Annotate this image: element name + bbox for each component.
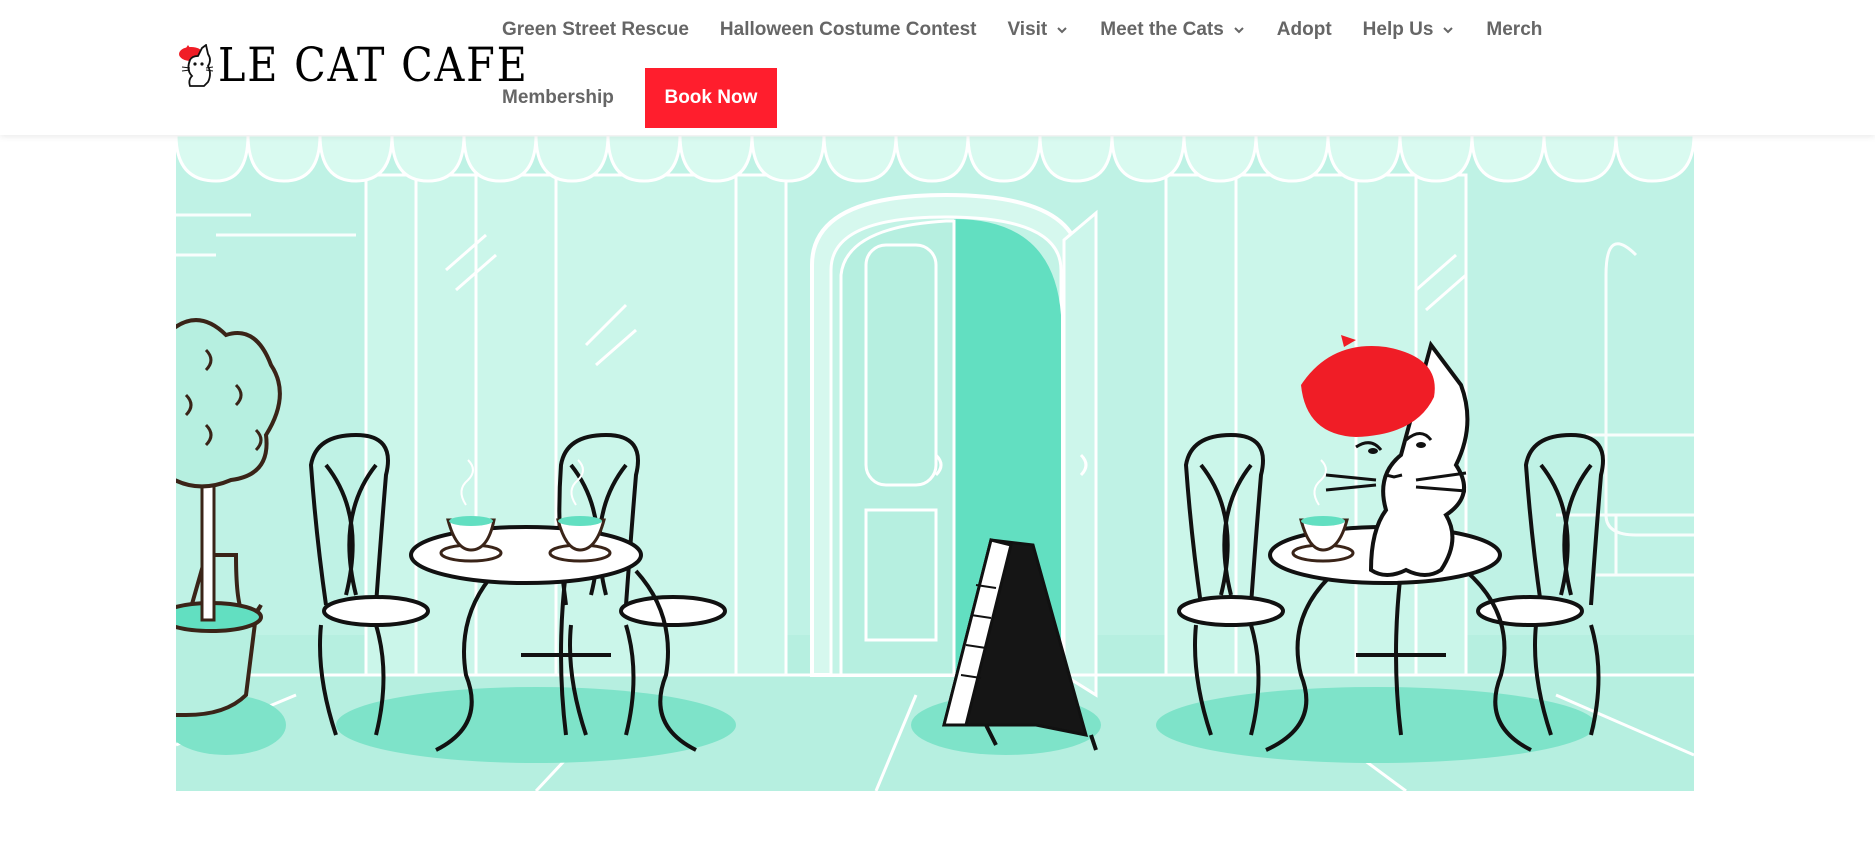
chevron-down-icon <box>1443 27 1454 34</box>
nav-adopt[interactable]: Adopt <box>1277 19 1332 41</box>
logo-text: LE CAT CAFE <box>218 38 529 93</box>
chevron-down-icon <box>1234 27 1244 34</box>
nav-label: Adopt <box>1276 19 1332 40</box>
nav-green-street-rescue[interactable]: Green Street Rescue <box>502 19 689 41</box>
site-header: LE CAT CAFE Green Street Rescue Hallowee… <box>0 0 1875 135</box>
nav-label: Green Street Rescue <box>502 19 689 40</box>
nav-meet-the-cats[interactable]: Meet the Cats <box>1100 19 1246 41</box>
nav-merch[interactable]: Merch <box>1486 19 1542 41</box>
nav-halloween-costume-contest[interactable]: Halloween Costume Contest <box>720 19 977 41</box>
nav-label: Merch <box>1486 19 1543 40</box>
cafe-storefront-illustration <box>176 135 1694 791</box>
chevron-down-icon <box>1057 27 1067 34</box>
hero-illustration <box>176 135 1694 791</box>
nav-visit[interactable]: Visit <box>1007 19 1069 41</box>
nav-label: Halloween Costume Contest <box>719 19 977 40</box>
site-logo[interactable]: LE CAT CAFE <box>178 38 527 94</box>
nav-label: Help Us <box>1362 19 1434 40</box>
nav-membership[interactable]: Membership <box>502 87 614 109</box>
main-nav-row-2: Membership Book Now <box>502 68 777 128</box>
nav-label: Membership <box>502 87 614 108</box>
nav-label: Meet the Cats <box>1100 19 1224 40</box>
main-nav: Green Street Rescue Halloween Costume Co… <box>502 12 1573 48</box>
book-now-button[interactable]: Book Now <box>644 68 777 128</box>
cat-with-beret-icon <box>179 44 214 87</box>
nav-label: Visit <box>1007 19 1048 40</box>
nav-help-us[interactable]: Help Us <box>1363 19 1456 41</box>
